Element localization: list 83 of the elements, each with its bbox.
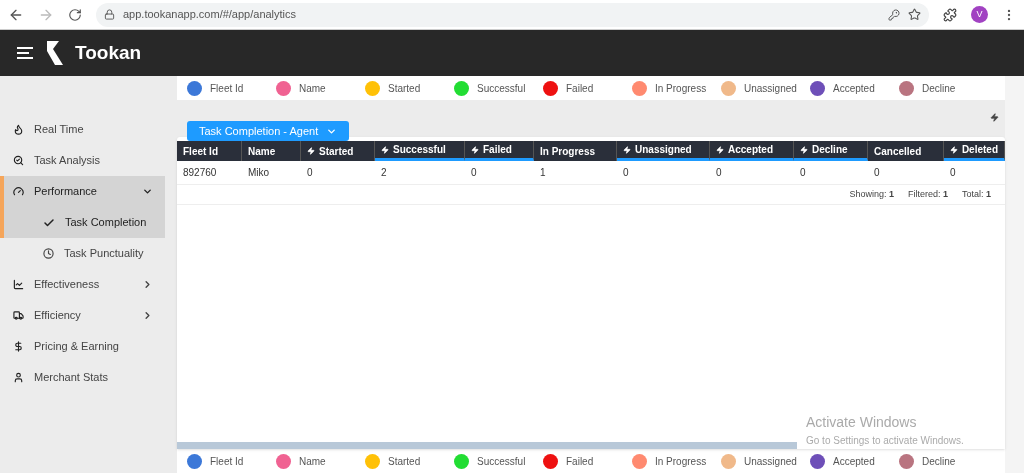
table-cell-text: 1 bbox=[539, 166, 547, 180]
sidebar-item[interactable]: Task Analysis bbox=[0, 145, 165, 176]
legend-label: Accepted bbox=[833, 81, 875, 96]
menu-item-icon bbox=[13, 124, 24, 135]
table-cell-text: Miko bbox=[247, 166, 271, 180]
brand-name: Tookan bbox=[75, 40, 142, 65]
notice-text: Go to Settings to activate Windows. bbox=[806, 434, 964, 448]
sidebar-item[interactable]: Merchant Stats bbox=[0, 362, 165, 393]
column-header[interactable]: Name bbox=[242, 141, 301, 161]
legend-label: In Progress bbox=[655, 81, 707, 96]
column-header[interactable]: Decline bbox=[794, 141, 868, 161]
lock-icon bbox=[104, 9, 115, 20]
sidebar-subitem[interactable]: Task Completion bbox=[4, 207, 165, 238]
table-summary: Showing: 1 bbox=[849, 187, 894, 201]
menu-icon[interactable] bbox=[17, 47, 35, 59]
legend-label: Successful bbox=[477, 454, 526, 469]
column-header[interactable]: Fleet Id bbox=[177, 141, 242, 161]
clock-icon bbox=[43, 248, 54, 259]
menu-item-icon bbox=[13, 155, 24, 166]
menu-item-icon bbox=[13, 279, 24, 290]
table-cell-text: 0 bbox=[873, 166, 881, 180]
legend-label: Fleet Id bbox=[210, 454, 244, 469]
flash-icon[interactable] bbox=[990, 113, 999, 122]
column-header[interactable]: Successful bbox=[375, 141, 465, 161]
flash-icon bbox=[800, 145, 808, 154]
key-icon[interactable] bbox=[888, 8, 900, 21]
extensions-icon[interactable] bbox=[943, 7, 957, 22]
sidebar-item[interactable]: Efficiency bbox=[0, 300, 165, 331]
reload-icon[interactable] bbox=[68, 7, 82, 22]
column-header[interactable]: In Progress bbox=[534, 141, 617, 161]
legend-label: Accepted bbox=[833, 454, 875, 469]
table-summary: Total: 1 bbox=[961, 187, 991, 201]
flash-icon bbox=[381, 145, 389, 154]
horizontal-scrollbar[interactable] bbox=[177, 442, 797, 449]
legend-label: Started bbox=[388, 454, 421, 469]
column-header[interactable]: Failed bbox=[465, 141, 534, 161]
table-cell-text: 0 bbox=[949, 166, 957, 180]
table-cell-text: 892760 bbox=[182, 166, 218, 180]
flash-icon bbox=[307, 147, 315, 155]
sidebar-item[interactable]: Real Time bbox=[0, 114, 165, 145]
legend-label: Fleet Id bbox=[210, 81, 244, 96]
legend-label: In Progress bbox=[655, 454, 707, 469]
notice-title: Activate Windows bbox=[806, 413, 918, 432]
legend-label: Name bbox=[299, 454, 326, 469]
table-summary: Filtered: 1 bbox=[907, 187, 948, 201]
url-text: app.tookanapp.com/#/app/analytics bbox=[123, 7, 297, 23]
table-cell-text: 0 bbox=[306, 166, 314, 180]
menu-item-icon bbox=[13, 372, 24, 383]
menu-item-icon bbox=[13, 341, 24, 352]
legend-label: Decline bbox=[922, 81, 956, 96]
logo-icon bbox=[45, 39, 65, 67]
table-cell-text: 0 bbox=[622, 166, 630, 180]
star-icon[interactable] bbox=[908, 8, 921, 21]
column-header[interactable]: Unassigned bbox=[617, 141, 710, 161]
column-header[interactable]: Cancelled bbox=[868, 141, 944, 161]
column-header[interactable]: Started bbox=[301, 141, 375, 161]
sidebar-item[interactable]: Pricing & Earning bbox=[0, 331, 165, 362]
legend-label: Started bbox=[388, 81, 421, 96]
menu-item-icon bbox=[13, 186, 24, 197]
flash-icon bbox=[623, 145, 631, 154]
table-cell-text: 2 bbox=[380, 166, 388, 180]
profile-avatar[interactable]: V bbox=[971, 6, 988, 23]
legend-label: Failed bbox=[566, 81, 594, 96]
legend-label: Successful bbox=[477, 81, 526, 96]
table-cell-text: 0 bbox=[470, 166, 478, 180]
flash-icon bbox=[471, 145, 479, 154]
legend-label: Failed bbox=[566, 454, 594, 469]
sidebar-subitem[interactable]: Task Punctuality bbox=[0, 238, 165, 269]
sidebar-item[interactable]: Effectiveness bbox=[0, 269, 165, 300]
flash-icon bbox=[716, 145, 724, 154]
legend-label: Name bbox=[299, 81, 326, 96]
legend-label: Unassigned bbox=[744, 81, 797, 96]
legend-label: Unassigned bbox=[744, 454, 797, 469]
check-icon bbox=[43, 216, 55, 229]
flash-icon bbox=[950, 145, 958, 154]
vertical-scrollbar[interactable] bbox=[1005, 76, 1024, 473]
sidebar-item[interactable]: Performance bbox=[4, 176, 165, 207]
legend-label: Decline bbox=[922, 454, 956, 469]
address-bar[interactable]: app.tookanapp.com/#/app/analytics bbox=[96, 2, 929, 27]
table-cell-text: 0 bbox=[715, 166, 723, 180]
column-header[interactable]: Accepted bbox=[710, 141, 794, 161]
table-cell-text: 0 bbox=[799, 166, 807, 180]
menu-item-icon bbox=[13, 310, 24, 321]
